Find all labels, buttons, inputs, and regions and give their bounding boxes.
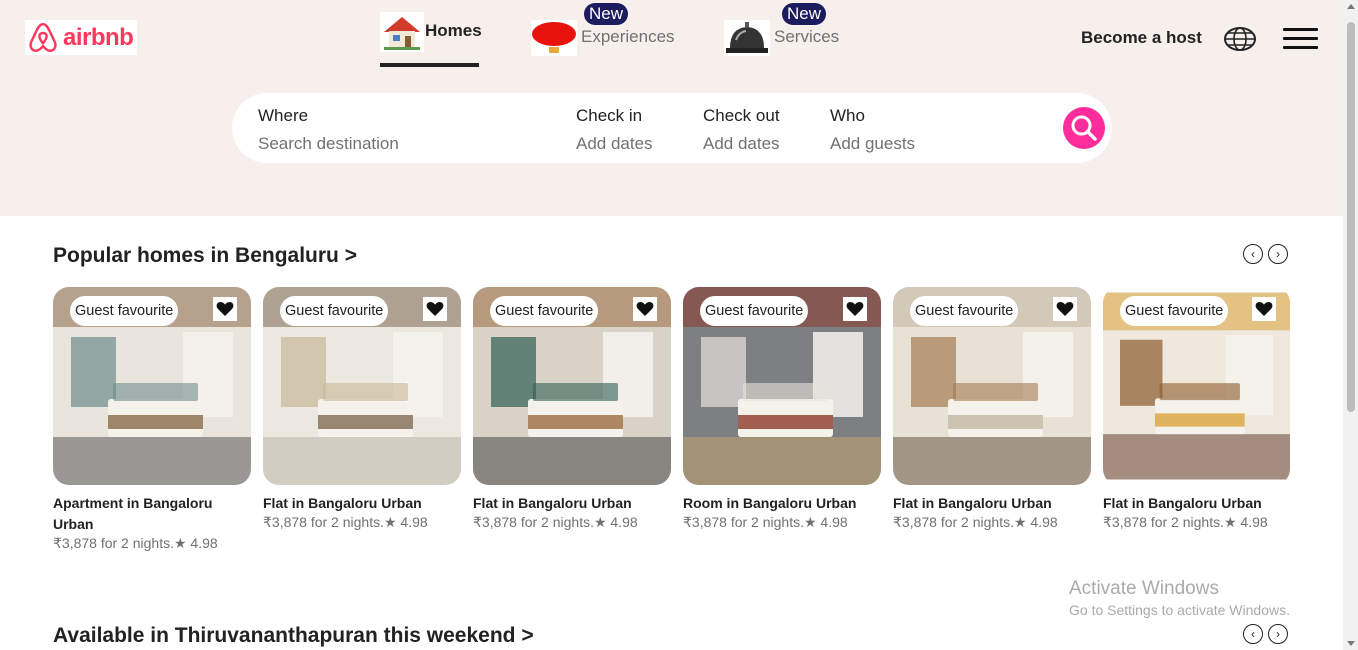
guest-favourite-badge: Guest favourite [910,296,1019,326]
heart-icon[interactable] [213,297,237,321]
tab-services-label: Services [774,27,840,46]
scroll-down-arrow-icon[interactable] [1347,641,1355,646]
header: airbnb Homes New Experiences New Service… [0,0,1343,216]
brand-name: airbnb [63,23,134,51]
search-bar: Where Search destination Check in Add da… [232,93,1112,163]
heart-icon[interactable] [1053,297,1077,321]
active-tab-underline [380,63,479,67]
where-placeholder: Search destination [258,134,399,153]
search-icon [1071,115,1097,141]
listing-card[interactable]: Guest favourite Apartment in Bangaloru Ur… [53,287,251,552]
listing-card[interactable]: Guest favourite Flat in Bangaloru Urban ₹3… [263,287,461,531]
guest-favourite-badge: Guest favourite [70,296,179,326]
listing-price-rating: ₹3,878 for 2 nights.★ 4.98 [263,514,428,530]
search-where-field[interactable]: Where Search destination [258,106,558,154]
activate-windows-watermark: Activate Windows Go to Settings to activ… [1069,578,1290,618]
listing-photo[interactable]: Guest favourite [263,287,461,485]
listing-price-rating: ₹3,878 for 2 nights.★ 4.98 [473,514,638,530]
heart-icon-glyph [636,301,654,316]
listing-card[interactable]: Guest favourite Flat in Bangaloru Urban ₹3… [893,287,1091,531]
heart-icon[interactable] [843,297,867,321]
globe-icon[interactable] [1223,25,1257,53]
listing-title[interactable]: Flat in Bangaloru Urban [1103,493,1290,514]
tab-services[interactable]: New Services [724,3,854,68]
heart-icon[interactable] [1252,297,1276,321]
who-label: Who [830,106,865,125]
airbnb-logo[interactable]: airbnb [25,20,137,55]
tab-homes[interactable]: Homes [380,8,482,68]
hot-air-balloon-icon [531,20,577,56]
listing-title[interactable]: Apartment in Bangaloru Urban [53,493,251,535]
guest-favourite-badge: Guest favourite [280,296,389,326]
guest-favourite-badge: Guest favourite [1120,296,1229,326]
listing-title[interactable]: Flat in Bangaloru Urban [263,493,461,514]
become-a-host-link[interactable]: Become a host [1081,28,1202,48]
tab-experiences-new-badge: New [584,3,629,25]
heart-icon[interactable] [633,297,657,321]
search-who-field[interactable]: Who Add guests [830,106,960,154]
section-title-available-weekend[interactable]: Available in Thiruvananthapuran this wee… [53,624,534,648]
carousel-controls-weekend: ‹ › [1243,624,1288,644]
chevron-right-icon[interactable]: › [1268,244,1288,264]
listing-photo[interactable]: Guest favourite [473,287,671,485]
section-title-popular-homes[interactable]: Popular homes in Bengaluru > [53,244,357,268]
vertical-scrollbar[interactable] [1343,0,1358,650]
listing-price-rating: ₹3,878 for 2 nights.★ 4.98 [1103,514,1268,530]
who-placeholder: Add guests [830,134,916,153]
listing-price-rating: ₹3,878 for 2 nights.★ 4.98 [53,535,218,551]
listing-title[interactable]: Flat in Bangaloru Urban [473,493,671,514]
listing-photo[interactable]: Guest favourite [683,287,881,485]
heart-icon-glyph [216,301,234,316]
heart-icon-glyph [1255,301,1273,316]
listing-card[interactable]: Guest favourite Flat in Bangaloru Urban ₹3… [473,287,671,531]
heart-icon[interactable] [423,297,447,321]
tab-experiences-label: Experiences [581,27,675,46]
search-checkin-field[interactable]: Check in Add dates [576,106,686,154]
watermark-title: Activate Windows [1069,578,1219,599]
watermark-subtitle: Go to Settings to activate Windows. [1069,602,1290,618]
listing-title[interactable]: Room in Bangaloru Urban [683,493,881,514]
guest-favourite-badge: Guest favourite [700,296,809,326]
search-button[interactable] [1063,107,1105,149]
heart-icon-glyph [426,301,444,316]
house-icon [380,12,424,52]
checkin-placeholder: Add dates [576,134,653,153]
listing-photo[interactable]: Guest favourite [1103,287,1290,485]
hamburger-menu-icon[interactable] [1283,28,1318,50]
checkout-placeholder: Add dates [703,134,780,153]
checkin-label: Check in [576,106,643,125]
tab-homes-label: Homes [425,21,482,40]
scrollbar-thumb[interactable] [1347,22,1355,412]
guest-favourite-badge: Guest favourite [490,296,599,326]
listing-photo[interactable]: Guest favourite [893,287,1091,485]
heart-icon-glyph [846,301,864,316]
scroll-up-arrow-icon[interactable] [1347,4,1355,9]
checkout-label: Check out [703,106,780,125]
airbnb-logo-icon [29,22,57,52]
chevron-left-icon[interactable]: ‹ [1243,624,1263,644]
heart-icon-glyph [1056,301,1074,316]
listing-card[interactable]: Guest favourite Flat in Bangaloru Urban ₹3… [1103,287,1290,531]
tab-services-new-badge: New [782,3,827,25]
listing-card[interactable]: Guest favourite Room in Bangaloru Urban ₹3… [683,287,881,531]
listing-title[interactable]: Flat in Bangaloru Urban [893,493,1091,514]
search-checkout-field[interactable]: Check out Add dates [703,106,813,154]
carousel-controls-popular: ‹ › [1243,244,1288,264]
listing-price-rating: ₹3,878 for 2 nights.★ 4.98 [893,514,1058,530]
tab-experiences[interactable]: New Experiences [531,3,681,68]
listing-photo[interactable]: Guest favourite [53,287,251,485]
service-bell-icon [724,20,770,56]
chevron-left-icon[interactable]: ‹ [1243,244,1263,264]
chevron-right-icon[interactable]: › [1268,624,1288,644]
where-label: Where [258,106,309,125]
listing-price-rating: ₹3,878 for 2 nights.★ 4.98 [683,514,848,530]
